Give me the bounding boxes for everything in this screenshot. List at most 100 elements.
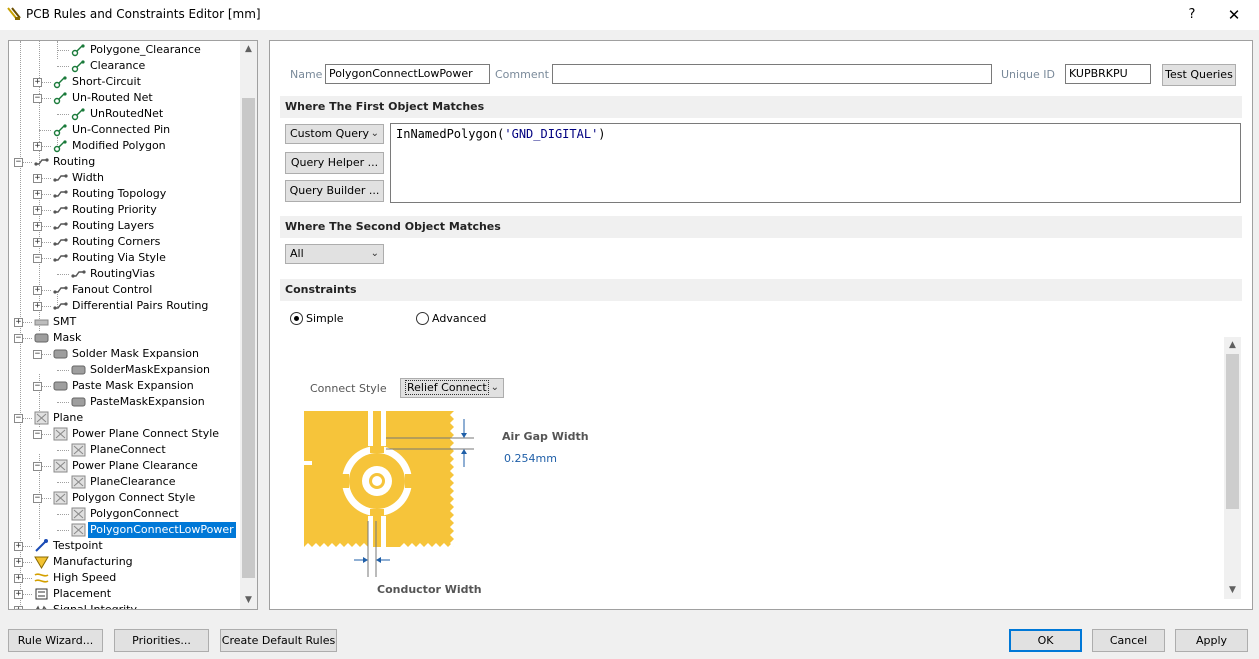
tree-item-short-circuit[interactable]: + Short-Circuit xyxy=(9,74,240,90)
expand-icon[interactable]: + xyxy=(14,606,23,609)
tree-item-polygon-connect-style[interactable]: − Polygon Connect Style xyxy=(9,490,240,506)
tree-item-routing-via-style[interactable]: − Routing Via Style xyxy=(9,250,240,266)
tree-item-routing[interactable]: − Routing xyxy=(9,154,240,170)
expand-icon[interactable]: + xyxy=(14,542,23,551)
tree-item-differential-pairs-routing[interactable]: + Differential Pairs Routing xyxy=(9,298,240,314)
create-default-rules-button[interactable]: Create Default Rules xyxy=(220,629,337,652)
tree-item-routingvias[interactable]: RoutingVias xyxy=(9,266,240,282)
constraints-scroll-thumb[interactable] xyxy=(1226,354,1239,509)
apply-button[interactable]: Apply xyxy=(1175,629,1248,652)
expand-icon[interactable]: + xyxy=(33,174,42,183)
comment-input[interactable] xyxy=(552,64,992,84)
tree-item-width[interactable]: + Width xyxy=(9,170,240,186)
tree-item-high-speed[interactable]: + High Speed xyxy=(9,570,240,586)
tree-scrollbar[interactable]: ▲ ▼ xyxy=(240,41,257,609)
collapse-icon[interactable]: − xyxy=(33,494,42,503)
tree-scroll-thumb[interactable] xyxy=(242,98,255,578)
rule-icon xyxy=(53,91,68,105)
tree-item-routing-priority[interactable]: + Routing Priority xyxy=(9,202,240,218)
tree-item-power-plane-clearance[interactable]: − Power Plane Clearance xyxy=(9,458,240,474)
query-type-dropdown[interactable]: Custom Query ⌄ xyxy=(285,124,384,144)
query-builder-button[interactable]: Query Builder ... xyxy=(285,180,384,202)
tree-item-signal-integrity[interactable]: + Signal Integrity xyxy=(9,602,240,609)
expand-icon[interactable]: + xyxy=(33,238,42,247)
test-queries-button[interactable]: Test Queries xyxy=(1162,64,1236,86)
tree-item-routing-topology[interactable]: + Routing Topology xyxy=(9,186,240,202)
scroll-down-icon[interactable]: ▼ xyxy=(240,592,257,609)
tree-item-pastemaskexpansion[interactable]: PasteMaskExpansion xyxy=(9,394,240,410)
expand-icon[interactable]: + xyxy=(33,78,42,87)
tree-guide-line xyxy=(57,66,69,67)
tree-item-placement[interactable]: + Placement xyxy=(9,586,240,602)
expand-icon[interactable]: + xyxy=(33,190,42,199)
tree-item-mask[interactable]: − Mask xyxy=(9,330,240,346)
rule-wizard-button[interactable]: Rule Wizard... xyxy=(8,629,103,652)
tree-item-label: Routing Corners xyxy=(72,235,161,248)
expand-icon[interactable]: + xyxy=(14,590,23,599)
tree-item-modified-polygon[interactable]: + Modified Polygon xyxy=(9,138,240,154)
collapse-icon[interactable]: − xyxy=(33,94,42,103)
collapse-icon[interactable]: − xyxy=(14,334,23,343)
mask-icon xyxy=(71,363,86,377)
tree-item-polygone-clearance[interactable]: Polygone_Clearance xyxy=(9,42,240,58)
tree-item-un-routed-net[interactable]: − Un-Routed Net xyxy=(9,90,240,106)
collapse-icon[interactable]: − xyxy=(33,350,42,359)
tree-item-label: Width xyxy=(72,171,104,184)
air-gap-value[interactable]: 0.254mm xyxy=(504,452,557,465)
tree-item-power-plane-connect-style[interactable]: − Power Plane Connect Style xyxy=(9,426,240,442)
collapse-icon[interactable]: − xyxy=(14,158,23,167)
collapse-icon[interactable]: − xyxy=(33,430,42,439)
tree-item-testpoint[interactable]: + Testpoint xyxy=(9,538,240,554)
expand-icon[interactable]: + xyxy=(14,574,23,583)
tree-item-polygonconnectlowpower[interactable]: PolygonConnectLowPower xyxy=(9,522,240,538)
advanced-radio[interactable] xyxy=(416,312,429,325)
tree-item-smt[interactable]: + SMT xyxy=(9,314,240,330)
scroll-up-icon[interactable]: ▲ xyxy=(1224,337,1241,354)
second-match-dropdown[interactable]: All ⌄ xyxy=(285,244,384,264)
tree-item-label: Differential Pairs Routing xyxy=(72,299,209,312)
constraints-scrollbar[interactable]: ▲ ▼ xyxy=(1224,337,1241,599)
query-helper-button[interactable]: Query Helper ... xyxy=(285,152,384,174)
tree-item-fanout-control[interactable]: + Fanout Control xyxy=(9,282,240,298)
expand-icon[interactable]: + xyxy=(33,142,42,151)
query-editor[interactable]: InNamedPolygon('GND_DIGITAL') xyxy=(390,123,1241,203)
mask-icon xyxy=(53,347,68,361)
expand-icon[interactable]: + xyxy=(33,302,42,311)
tree-item-routing-corners[interactable]: + Routing Corners xyxy=(9,234,240,250)
collapse-icon[interactable]: − xyxy=(33,382,42,391)
expand-icon[interactable]: + xyxy=(33,206,42,215)
tree-item-routing-layers[interactable]: + Routing Layers xyxy=(9,218,240,234)
tree-item-plane[interactable]: − Plane xyxy=(9,410,240,426)
tree-item-un-connected-pin[interactable]: Un-Connected Pin xyxy=(9,122,240,138)
tree-item-planeconnect[interactable]: PlaneConnect xyxy=(9,442,240,458)
constraints-header: Constraints xyxy=(280,279,1242,301)
unique-id-input[interactable]: KUPBRKPU xyxy=(1065,64,1151,84)
help-button[interactable]: ? xyxy=(1182,5,1202,25)
scroll-up-icon[interactable]: ▲ xyxy=(240,41,257,58)
expand-icon[interactable]: + xyxy=(33,222,42,231)
tree-item-soldermaskexpansion[interactable]: SolderMaskExpansion xyxy=(9,362,240,378)
connect-style-dropdown[interactable]: Relief Connect ⌄ xyxy=(400,378,504,398)
second-match-value: All xyxy=(290,247,304,260)
collapse-icon[interactable]: − xyxy=(33,254,42,263)
ok-button[interactable]: OK xyxy=(1009,629,1082,652)
expand-icon[interactable]: + xyxy=(14,318,23,327)
tree-item-paste-mask-expansion[interactable]: − Paste Mask Expansion xyxy=(9,378,240,394)
collapse-icon[interactable]: − xyxy=(14,414,23,423)
tree-item-unroutednet[interactable]: UnRoutedNet xyxy=(9,106,240,122)
tree-item-polygonconnect[interactable]: PolygonConnect xyxy=(9,506,240,522)
tree-item-clearance[interactable]: Clearance xyxy=(9,58,240,74)
tree-item-solder-mask-expansion[interactable]: − Solder Mask Expansion xyxy=(9,346,240,362)
tree-item-manufacturing[interactable]: + Manufacturing xyxy=(9,554,240,570)
tree-item-planeclearance[interactable]: PlaneClearance xyxy=(9,474,240,490)
scroll-down-icon[interactable]: ▼ xyxy=(1224,582,1241,599)
simple-radio[interactable] xyxy=(290,312,303,325)
priorities-button[interactable]: Priorities... xyxy=(114,629,209,652)
expand-icon[interactable]: + xyxy=(33,286,42,295)
cancel-button[interactable]: Cancel xyxy=(1092,629,1165,652)
collapse-icon[interactable]: − xyxy=(33,462,42,471)
simple-label: Simple xyxy=(306,312,344,325)
expand-icon[interactable]: + xyxy=(14,558,23,567)
name-input[interactable]: PolygonConnectLowPower xyxy=(325,64,490,84)
close-button[interactable]: ✕ xyxy=(1224,5,1244,25)
